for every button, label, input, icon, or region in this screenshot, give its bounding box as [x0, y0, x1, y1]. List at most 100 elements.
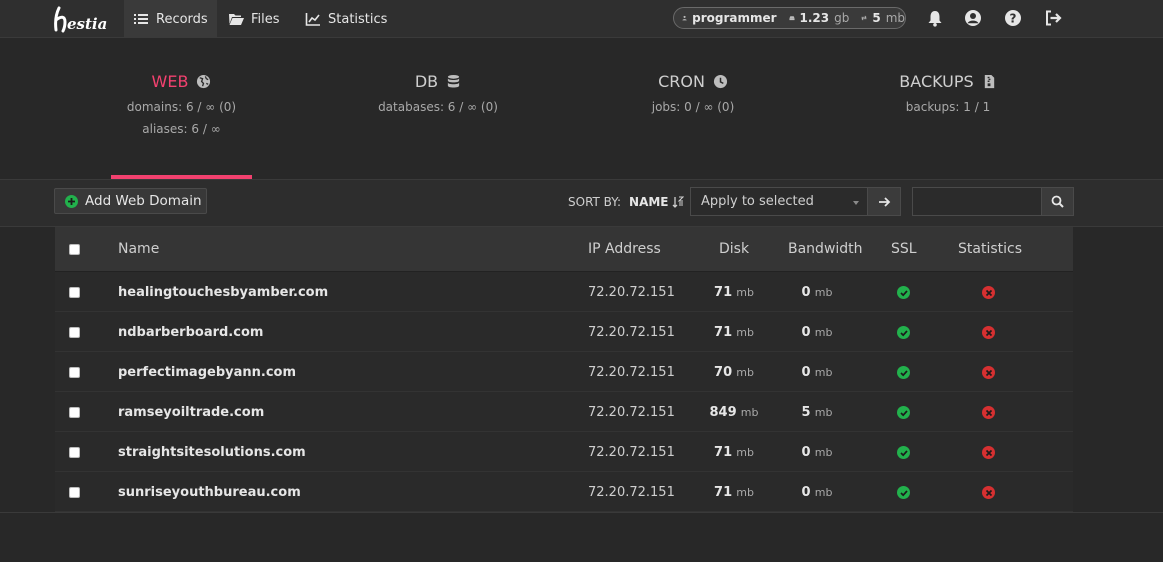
table-row[interactable]: healingtouchesbyamber.com 72.20.72.151 7… — [55, 272, 1073, 312]
table-row[interactable]: ndbarberboard.com 72.20.72.151 71 mb 0 m… — [55, 312, 1073, 352]
tab-web[interactable]: WEB domains: 6 / ∞ (0) aliases: 6 / ∞ — [111, 70, 252, 137]
search-input[interactable] — [912, 187, 1042, 216]
domain-name[interactable]: perfectimagebyann.com — [118, 365, 296, 380]
row-checkbox[interactable] — [69, 487, 80, 498]
svg-text:?: ? — [1010, 12, 1017, 26]
tab-web-aliases: aliases: 6 / ∞ — [142, 122, 221, 136]
apply-button[interactable] — [867, 187, 901, 216]
bandwidth-usage: 0 mb — [777, 285, 857, 300]
domain-name[interactable]: straightsitesolutions.com — [118, 445, 306, 460]
hestia-logo[interactable]: estia — [53, 4, 109, 34]
times-circle-icon — [982, 286, 995, 299]
ssl-status — [897, 286, 910, 299]
bandwidth-value: 0 — [801, 365, 811, 380]
ssl-status — [897, 486, 910, 499]
bandwidth-unit: mb — [814, 446, 833, 459]
header-name[interactable]: Name — [118, 241, 159, 257]
divider — [0, 512, 1163, 513]
domains-table: Name IP Address Disk Bandwidth SSL Stati… — [55, 227, 1073, 512]
check-circle-icon — [897, 446, 910, 459]
add-web-domain-button[interactable]: Add Web Domain — [54, 188, 207, 214]
ip-address: 72.20.72.151 — [588, 405, 675, 420]
arrow-right-icon — [878, 196, 890, 207]
statistics-status — [982, 286, 995, 299]
statistics-status — [982, 446, 995, 459]
row-checkbox[interactable] — [69, 287, 80, 298]
file-archive-icon — [984, 74, 994, 88]
disk-unit: mb — [736, 326, 754, 339]
folder-open-icon — [229, 14, 244, 25]
bandwidth-usage-value: 5 — [872, 11, 881, 25]
header-disk: Disk — [719, 241, 750, 257]
disk-usage: 71 mb — [694, 445, 774, 460]
search-button[interactable] — [1041, 187, 1074, 216]
bandwidth-unit: mb — [814, 286, 833, 299]
nav-files[interactable]: Files — [219, 0, 289, 38]
table-row[interactable]: perfectimagebyann.com 72.20.72.151 70 mb… — [55, 352, 1073, 392]
chart-line-icon — [305, 13, 320, 26]
bandwidth-unit: mb — [814, 486, 833, 499]
nav-records[interactable]: Records — [124, 0, 217, 38]
tab-db-title: DB — [414, 71, 439, 91]
bell-icon[interactable] — [926, 9, 944, 27]
check-circle-icon — [897, 406, 910, 419]
bandwidth-usage: 5 mb — [777, 405, 857, 420]
disk-unit: mb — [736, 366, 754, 379]
user-usage-pill[interactable]: programmer 1.23 gb 5 mb — [673, 7, 906, 29]
check-circle-icon — [897, 486, 910, 499]
domain-name[interactable]: sunriseyouthbureau.com — [118, 485, 301, 500]
bulk-action-selected: Apply to selected — [701, 194, 814, 209]
nav-statistics[interactable]: Statistics — [296, 0, 396, 38]
times-circle-icon — [982, 326, 995, 339]
sort-control[interactable]: SORT BY: NAME — [568, 195, 684, 209]
tab-backups-count: backups: 1 / 1 — [905, 100, 991, 114]
row-checkbox[interactable] — [69, 327, 80, 338]
row-checkbox[interactable] — [69, 447, 80, 458]
bulk-action-select[interactable]: Apply to selected — [690, 187, 868, 216]
header-ssl: SSL — [891, 241, 917, 257]
domain-name[interactable]: ramseyoiltrade.com — [118, 405, 264, 420]
row-checkbox[interactable] — [69, 367, 80, 378]
tab-db[interactable]: DB databases: 6 / ∞ (0) — [368, 70, 508, 115]
times-circle-icon — [982, 486, 995, 499]
check-circle-icon — [897, 286, 910, 299]
ssl-status — [897, 406, 910, 419]
table-row[interactable]: ramseyoiltrade.com 72.20.72.151 849 mb 5… — [55, 392, 1073, 432]
times-circle-icon — [982, 446, 995, 459]
table-row[interactable]: sunriseyouthbureau.com 72.20.72.151 71 m… — [55, 472, 1073, 512]
domain-name[interactable]: healingtouchesbyamber.com — [118, 285, 328, 300]
clock-icon — [713, 74, 727, 88]
logout-icon[interactable] — [1044, 9, 1062, 27]
nav-records-label: Records — [156, 11, 208, 27]
times-circle-icon — [982, 406, 995, 419]
tab-backups[interactable]: BACKUPS backups: 1 / 1 — [878, 70, 1018, 114]
list-icon — [134, 14, 148, 24]
table-row[interactable]: straightsitesolutions.com 72.20.72.151 7… — [55, 432, 1073, 472]
bandwidth-unit: mb — [814, 326, 833, 339]
disk-unit: mb — [740, 406, 759, 419]
user-circle-icon[interactable] — [964, 9, 982, 27]
disk-usage: 71 mb — [694, 325, 774, 340]
times-circle-icon — [982, 366, 995, 379]
bandwidth-usage: 0 mb — [777, 365, 857, 380]
tab-backups-title: BACKUPS — [899, 71, 974, 91]
bandwidth-usage: 0 mb — [777, 445, 857, 460]
row-checkbox[interactable] — [69, 407, 80, 418]
chevron-down-icon — [853, 201, 859, 205]
sort-alpha-icon — [672, 196, 684, 208]
bandwidth-unit: mb — [814, 366, 833, 379]
help-icon[interactable]: ? — [1004, 9, 1022, 27]
disk-usage: 70 mb — [694, 365, 774, 380]
tab-web-title: WEB — [151, 71, 189, 91]
nav-statistics-label: Statistics — [328, 11, 388, 27]
bandwidth-value: 0 — [801, 485, 811, 500]
statistics-status — [982, 486, 995, 499]
tab-cron[interactable]: CRON jobs: 0 / ∞ (0) — [623, 70, 763, 115]
select-all-checkbox[interactable] — [69, 244, 80, 255]
nav-files-label: Files — [251, 11, 280, 27]
disk-unit: mb — [736, 286, 754, 299]
ssl-status — [897, 446, 910, 459]
ip-address: 72.20.72.151 — [588, 485, 675, 500]
database-icon — [448, 74, 460, 87]
domain-name[interactable]: ndbarberboard.com — [118, 325, 263, 340]
